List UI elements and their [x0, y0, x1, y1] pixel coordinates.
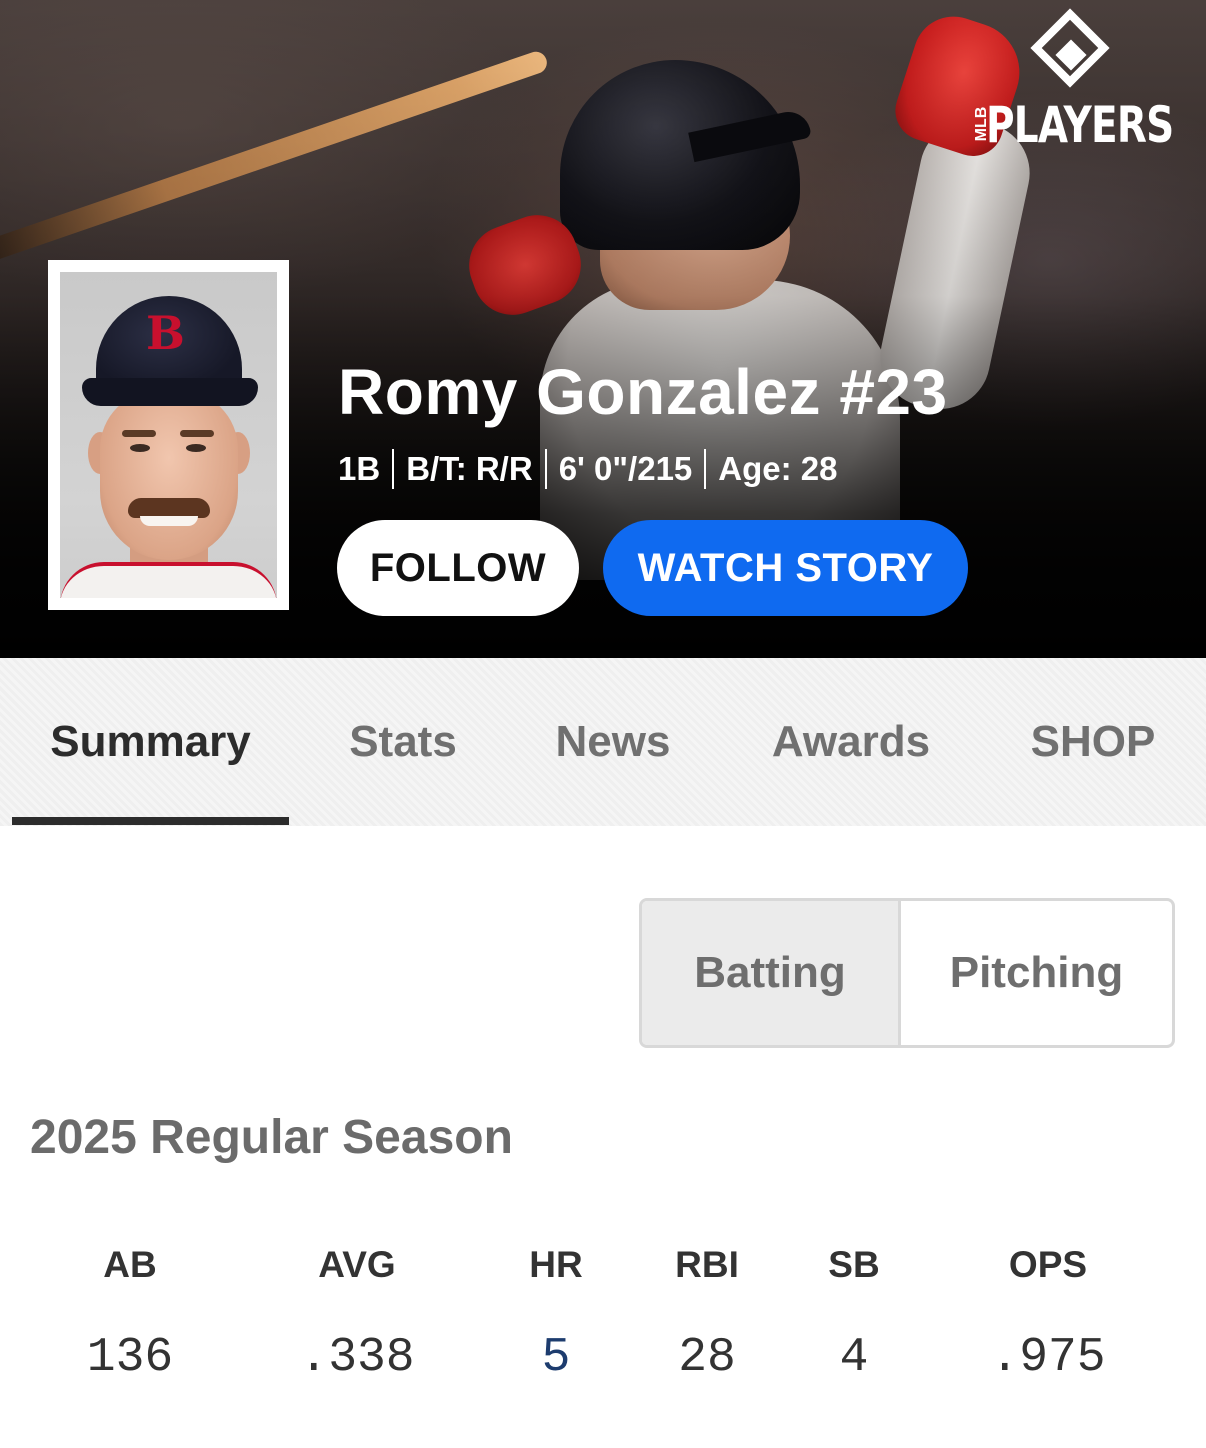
player-name: Romy Gonzalez #23 — [338, 356, 948, 428]
watch-story-button[interactable]: WATCH STORY — [603, 520, 968, 616]
stat-header-avg: AVG — [318, 1244, 396, 1285]
divider — [704, 449, 707, 489]
logo-players-text: PLAYERS — [986, 96, 1174, 154]
player-age: Age: 28 — [718, 450, 838, 487]
tab-shop[interactable]: SHOP — [1004, 658, 1182, 826]
divider — [392, 449, 395, 489]
player-hero: MLB PLAYERS B Romy Gonzalez #23 1B B/T: … — [0, 0, 1206, 658]
follow-button[interactable]: FOLLOW — [337, 520, 579, 616]
player-bio-line: 1B B/T: R/R 6' 0"/215 Age: 28 — [338, 448, 838, 490]
player-bats-throws: B/T: R/R — [406, 450, 533, 487]
stat-header-sb: SB — [828, 1244, 880, 1285]
tab-news[interactable]: News — [528, 658, 698, 826]
stat-value-avg: .338 — [299, 1331, 415, 1385]
season-title: 2025 Regular Season — [30, 1111, 513, 1164]
stat-header-ab: AB — [103, 1244, 157, 1285]
stat-value-sb: 4 — [839, 1331, 869, 1385]
mlb-players-logo-icon: MLB PLAYERS — [960, 8, 1190, 154]
batting-toggle-button[interactable]: Batting — [642, 901, 901, 1045]
player-headshot: B — [48, 260, 289, 610]
stat-value-ab: 136 — [86, 1331, 174, 1385]
pitching-toggle-button[interactable]: Pitching — [901, 901, 1172, 1045]
tab-awards[interactable]: Awards — [752, 658, 950, 826]
player-height-weight: 6' 0"/215 — [558, 450, 693, 487]
stat-header-ops: OPS — [1008, 1244, 1088, 1285]
tab-summary[interactable]: Summary — [12, 658, 289, 826]
stat-header-rbi: RBI — [675, 1244, 739, 1285]
stat-value-ops: .975 — [990, 1331, 1106, 1385]
player-position: 1B — [338, 450, 381, 487]
player-tabs: Summary Stats News Awards SHOP — [0, 658, 1206, 826]
red-sox-b-icon: B — [146, 306, 185, 360]
tab-stats[interactable]: Stats — [318, 658, 488, 826]
active-tab-indicator — [12, 817, 289, 825]
stat-header-hr: HR — [529, 1244, 583, 1285]
divider — [544, 449, 547, 489]
batting-pitching-toggle: Batting Pitching — [639, 898, 1175, 1048]
